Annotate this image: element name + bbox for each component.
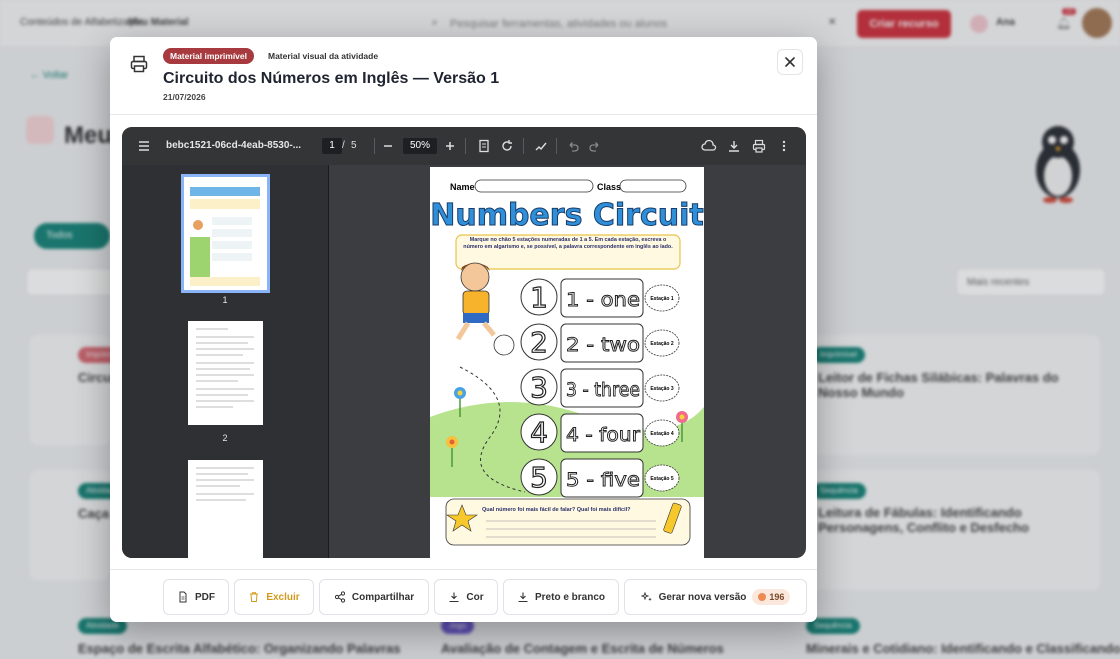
credit-cost: 196 <box>769 592 785 602</box>
pdf-toolbar: bebc1521-06cd-4eab-8530-... 1 / 5 50% <box>122 127 806 165</box>
download-color-button[interactable]: Cor <box>434 579 498 615</box>
color-label: Cor <box>466 591 484 603</box>
material-type-label: Material visual da atividade <box>268 51 379 61</box>
modal-header: Material imprimível Material visual da a… <box>110 37 817 115</box>
ws-question-box <box>445 498 691 546</box>
ws-station-label: Estação 5 <box>650 476 674 482</box>
print-icon[interactable] <box>751 138 767 154</box>
thumbnail-page-1[interactable] <box>181 174 270 293</box>
thumbnail-page-2[interactable] <box>188 321 263 425</box>
modal-date: 21/07/2026 <box>163 92 206 102</box>
ws-digit: 5 <box>530 461 548 494</box>
zoom-level[interactable]: 50% <box>403 138 437 154</box>
toolbar-divider <box>374 138 375 154</box>
thumbnail-page-3[interactable] <box>188 460 263 558</box>
zoom-out-icon[interactable] <box>380 138 396 154</box>
ws-digit: 4 <box>530 416 548 449</box>
close-icon <box>785 57 795 67</box>
text-page-thumbnail <box>196 467 254 501</box>
undo-icon[interactable] <box>565 138 581 154</box>
download-bw-button[interactable]: Preto e branco <box>503 579 619 615</box>
ws-question: Qual número foi mais fácil de falar? Qua… <box>482 507 631 513</box>
printable-badge: Material imprimível <box>163 48 255 64</box>
text-page-thumbnail <box>196 328 254 408</box>
material-modal: Material imprimível Material visual da a… <box>110 37 817 622</box>
redo-icon[interactable] <box>587 138 603 154</box>
ws-number-word: 3 - three <box>566 379 640 401</box>
pdf-viewer[interactable]: bebc1521-06cd-4eab-8530-... 1 / 5 50% 1 … <box>122 127 806 558</box>
download-icon[interactable] <box>726 138 742 154</box>
printer-icon <box>130 55 148 73</box>
fit-page-icon[interactable] <box>476 138 492 154</box>
ws-station-label: Estação 4 <box>650 431 674 437</box>
sparkle-icon <box>640 591 652 602</box>
zoom-in-icon[interactable] <box>442 138 458 154</box>
pdf-filename: bebc1521-06cd-4eab-8530-... <box>166 140 302 151</box>
ws-digit: 3 <box>530 371 548 404</box>
modal-footer: PDF Excluir Compartilhar Cor Preto e bra… <box>110 569 817 622</box>
download-icon <box>449 592 459 603</box>
thumbnail-label: 1 <box>222 295 228 305</box>
ws-number-word: 5 - five <box>566 469 640 491</box>
regenerate-label: Gerar nova versão <box>658 591 747 603</box>
bw-label: Preto e branco <box>534 591 606 603</box>
ws-digit: 1 <box>530 281 548 314</box>
ws-number-word: 2 - two <box>566 334 640 356</box>
thumbnail-sidebar: 1 2 <box>122 165 329 558</box>
ws-station-label: Estação 2 <box>650 341 674 347</box>
pdf-label: PDF <box>195 591 215 603</box>
page-number-input[interactable]: 1 <box>322 138 342 154</box>
toolbar-divider <box>556 138 557 154</box>
share-button[interactable]: Compartilhar <box>319 579 429 615</box>
modal-title: Circuito dos Números em Inglês — Versão … <box>163 70 500 87</box>
share-label: Compartilhar <box>351 591 415 603</box>
regenerate-button[interactable]: Gerar nova versão 196 <box>624 579 807 615</box>
share-icon <box>334 591 345 603</box>
more-options-icon[interactable] <box>776 138 792 154</box>
pdf-page-canvas: Name Class Numbers Circuit Marque no chã… <box>430 167 704 558</box>
menu-icon[interactable] <box>136 138 152 154</box>
ws-digit: 2 <box>530 326 548 359</box>
download-icon <box>518 592 528 603</box>
total-pages: 5 <box>351 140 357 151</box>
ws-number-word: 1 - one <box>566 289 640 311</box>
annotate-icon[interactable] <box>533 138 549 154</box>
ws-instructions: Marque no chão 5 estações numeradas de 1… <box>463 237 673 251</box>
toolbar-divider <box>523 138 524 154</box>
ws-class-label: Class <box>597 182 621 192</box>
ws-instructions-wrap: Marque no chão 5 estações numeradas de 1… <box>463 237 673 251</box>
numbers-circuit-worksheet: Name Class Numbers Circuit Marque no chã… <box>430 167 704 558</box>
ws-station-label: Estação 1 <box>650 296 674 302</box>
close-button[interactable] <box>777 49 803 75</box>
cloud-save-icon[interactable] <box>701 138 717 154</box>
ws-name-label: Name <box>450 182 475 192</box>
worksheet-thumbnail <box>190 187 260 286</box>
ws-station-label: Estação 3 <box>650 386 674 392</box>
toolbar-divider <box>465 138 466 154</box>
credit-cost-badge: 196 <box>752 589 791 605</box>
pdf-button[interactable]: PDF <box>163 579 229 615</box>
delete-button[interactable]: Excluir <box>234 579 314 615</box>
coin-icon <box>758 593 767 601</box>
trash-icon <box>250 592 259 602</box>
rotate-icon[interactable] <box>499 138 515 154</box>
delete-label: Excluir <box>266 591 300 603</box>
page-separator: / <box>342 140 345 151</box>
file-icon <box>179 591 187 603</box>
ws-number-word: 4 - four <box>566 424 640 446</box>
ws-title: Numbers Circuit <box>430 198 704 233</box>
thumbnail-label: 2 <box>222 433 228 443</box>
